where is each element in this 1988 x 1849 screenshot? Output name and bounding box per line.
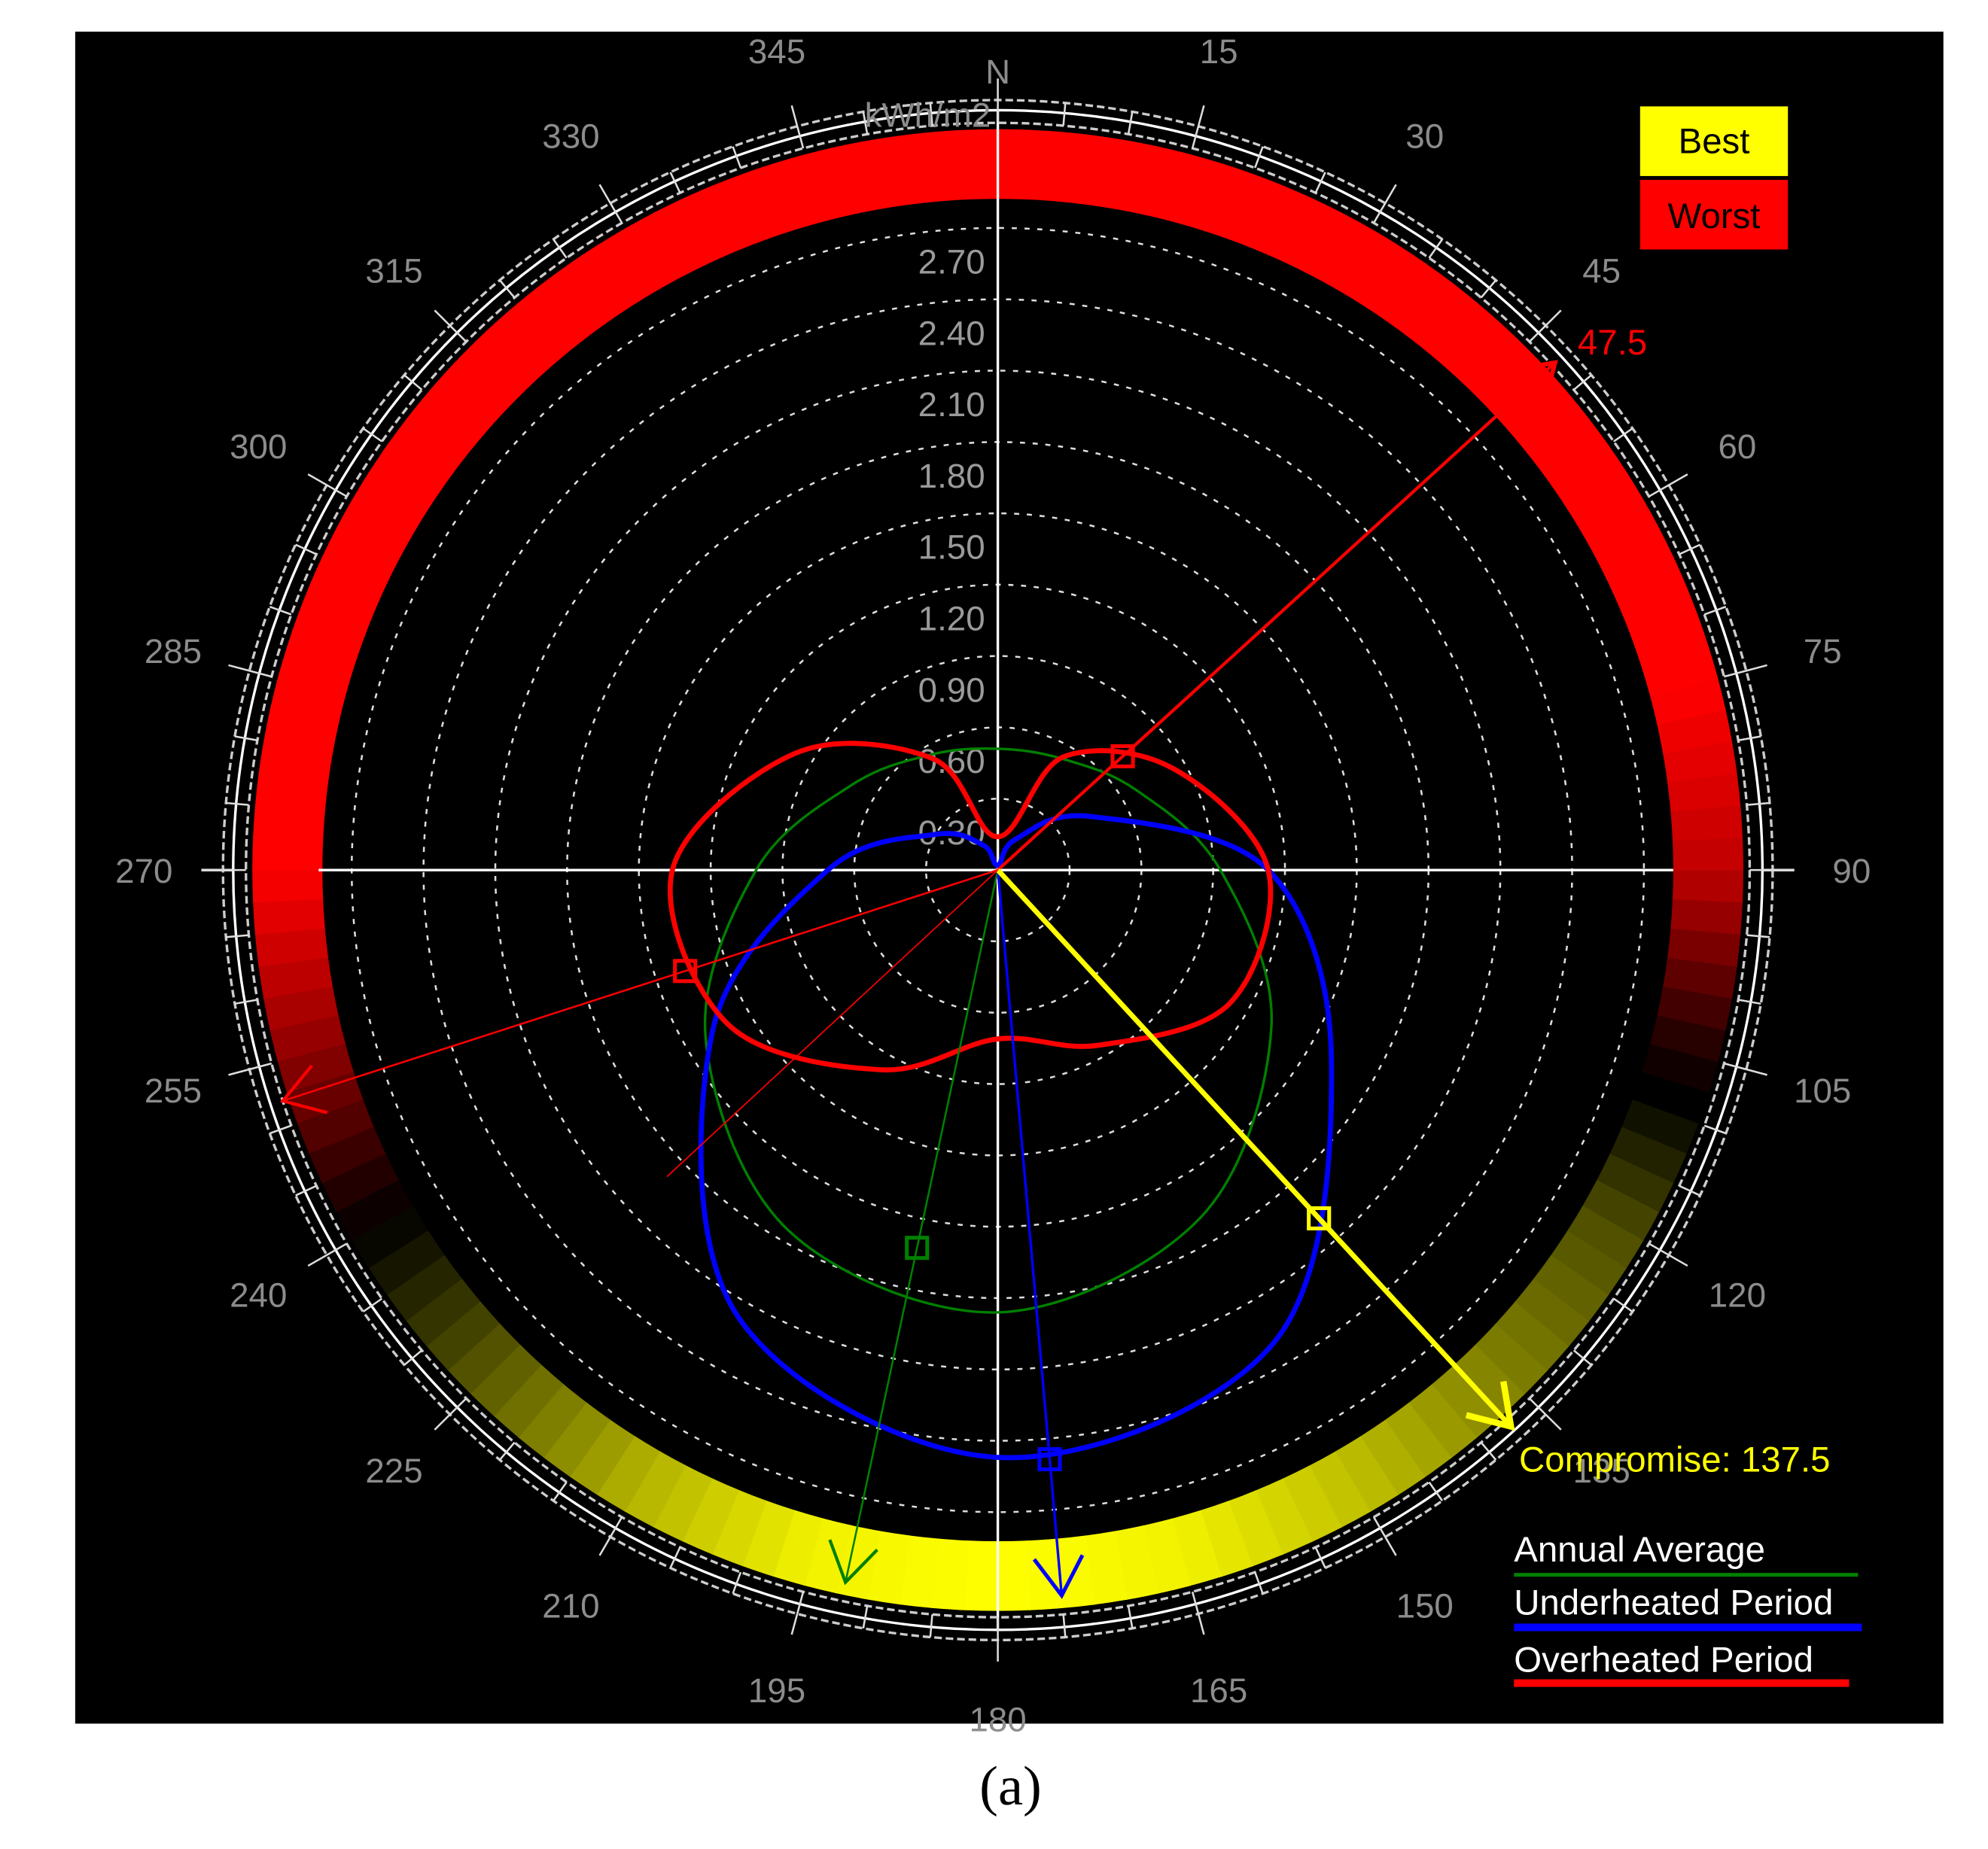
legend-underheated-period: Underheated Period [1514,1583,1833,1623]
band-segment [252,868,324,903]
band-segment [1670,805,1743,842]
legend-swatch-overheated [1514,1679,1849,1687]
legend-annual-average: Annual Average [1514,1530,1765,1570]
angle-tick-label: 255 [145,1072,202,1110]
radial-tick-label: 1.80 [918,457,985,495]
radial-tick-label: 1.20 [918,600,985,638]
band-segment [997,129,1032,200]
svg-text:Worst: Worst [1668,196,1761,236]
north-label: N [985,53,1010,91]
angle-tick-label: 210 [542,1587,599,1625]
angle-tick-label: 165 [1190,1671,1247,1710]
angle-tick-label: 225 [365,1452,422,1490]
angle-tick-label: 345 [748,32,805,71]
angle-tick-label: 120 [1709,1276,1766,1315]
angle-tick-label: 90 [1832,852,1871,890]
svg-text:Best: Best [1679,122,1750,162]
band-segment [996,1540,1031,1611]
legend-overheated-period: Overheated Period [1514,1641,1813,1680]
band-segment [253,898,325,935]
band-segment [933,129,970,202]
radial-tick-label: 2.10 [918,385,985,424]
band-segment [1672,870,1743,904]
compromise-label: Compromise: 137.5 [1519,1440,1831,1480]
angle-tick-label: 315 [365,252,422,290]
worst-orientation-label: 47.5 [1578,323,1647,363]
band-segment [1672,838,1743,871]
angle-tick-label: 180 [969,1701,1026,1739]
angle-tick-label: 45 [1582,252,1621,290]
angle-tick-label: 270 [115,852,172,890]
angle-tick-label: 60 [1718,427,1756,466]
radial-tick-label: 2.40 [918,314,985,352]
angle-tick-label: 240 [230,1276,287,1315]
angle-tick-label: 105 [1794,1072,1851,1110]
angle-tick-label: 15 [1200,32,1238,71]
angle-tick-label: 330 [542,117,599,156]
band-segment [965,129,1000,200]
unit-label: kWh/m2 [865,96,991,134]
angle-tick-label: 285 [145,632,202,671]
solar-orientation-polar-chart: 0.300.600.901.201.501.802.102.402.70 153… [75,32,1944,1817]
legend-swatch-underheated [1514,1623,1862,1632]
angle-tick-label: 195 [748,1671,805,1710]
key-best: Best [1639,106,1789,176]
angle-tick-label: 75 [1804,632,1842,671]
legend-swatch-annual [1514,1573,1859,1577]
band-segment [964,1540,998,1611]
radial-tick-label: 2.70 [918,243,985,281]
angle-tick-label: 150 [1396,1587,1454,1625]
key-worst: Worst [1639,179,1789,250]
figure-caption: (a) [979,1756,1042,1817]
radial-tick-label: 1.50 [918,528,985,567]
angle-tick-label: 30 [1405,117,1444,156]
angle-tick-label: 300 [230,427,287,466]
radial-tick-label: 0.90 [918,671,985,709]
band-segment [252,836,324,871]
